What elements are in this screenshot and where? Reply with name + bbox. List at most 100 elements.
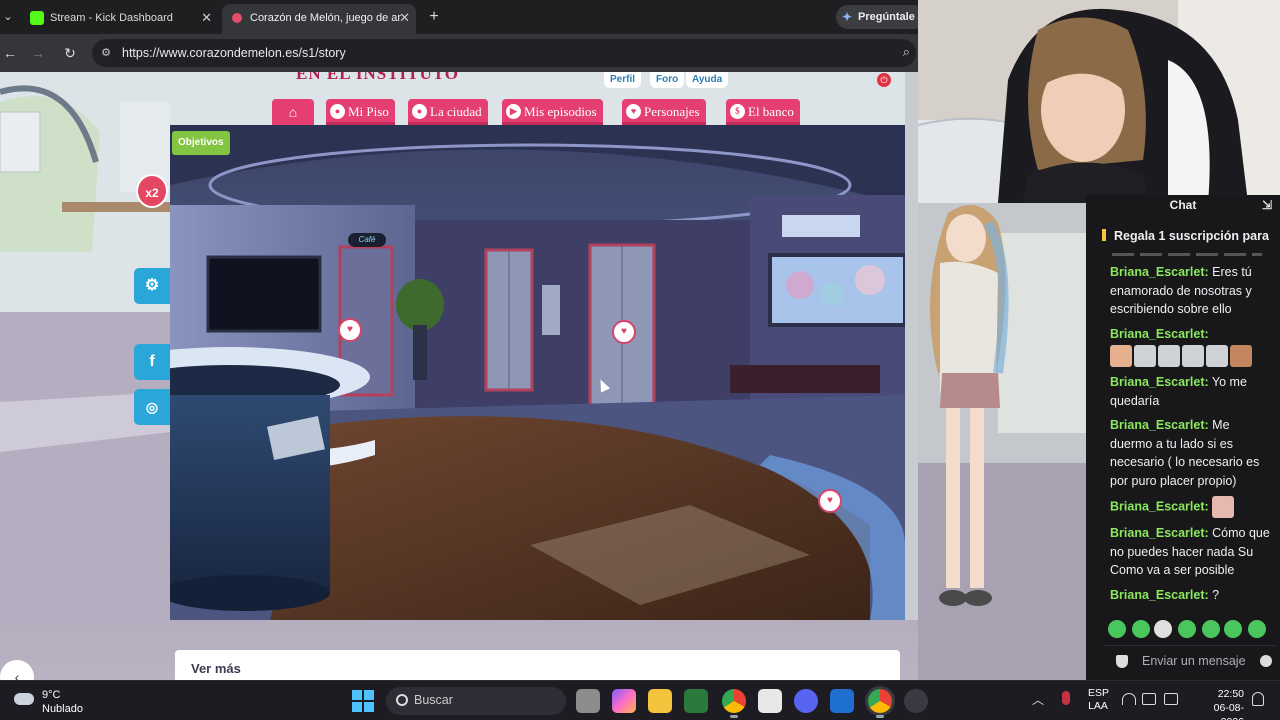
emote-icon[interactable] [1108, 620, 1126, 638]
location-pin-icon: ● [412, 104, 427, 119]
stream-chat: Chat ⇲ Regala 1 suscripción para Briana_… [1086, 195, 1280, 680]
discord-icon[interactable] [794, 689, 818, 713]
webcam-feed [918, 0, 1280, 203]
menu-personajes[interactable]: ♥ Personajes [622, 99, 706, 125]
home-menu-button[interactable]: ⌂ [272, 99, 314, 125]
emote-icon[interactable] [1248, 620, 1266, 638]
menu-label: Mi Piso [348, 104, 389, 119]
address-bar[interactable]: ⚙ https://www.corazondemelon.es/s1/story… [92, 39, 916, 67]
emote-icon [1134, 345, 1156, 367]
chat-message: Briana_Escarlet: ? [1110, 586, 1270, 605]
chat-username[interactable]: Briana_Escarlet: [1110, 327, 1209, 341]
chevron-left-icon[interactable]: ‹ [0, 660, 34, 680]
zoom-icon[interactable]: ⌕ [903, 44, 910, 60]
forward-arrow-icon[interactable]: → [28, 43, 48, 63]
chat-username[interactable]: Briana_Escarlet: [1110, 526, 1209, 540]
menu-la-ciudad[interactable]: ● La ciudad [408, 99, 488, 125]
url-text: https://www.corazondemelon.es/s1/story [122, 46, 346, 60]
menu-el-banco[interactable]: $ El banco [726, 99, 800, 125]
menu-mis-episodios[interactable]: ▶ Mis episodios [502, 99, 603, 125]
chrome-profile-icon[interactable] [868, 689, 892, 718]
site-settings-icon[interactable]: ⚙ [98, 45, 114, 61]
objetivos-button[interactable]: Objetivos [172, 131, 230, 155]
copilot-icon[interactable] [612, 689, 636, 713]
streamer-webcam [918, 0, 1280, 203]
emoji-icon[interactable] [1260, 655, 1272, 667]
emote-row [1110, 345, 1270, 367]
emote-icon [1110, 345, 1132, 367]
ayuda-link[interactable]: Ayuda [686, 72, 729, 88]
ver-mas-label: Ver más [191, 661, 241, 676]
windows-start-icon[interactable] [352, 690, 374, 712]
settings-gear-icon[interactable]: ⚙ [134, 268, 170, 304]
chat-username[interactable]: Briana_Escarlet: [1110, 265, 1209, 279]
chat-username[interactable]: Briana_Escarlet: [1110, 499, 1209, 513]
chevron-up-icon[interactable]: ︿ [1032, 691, 1044, 708]
obs-icon[interactable] [904, 689, 928, 713]
scene-hotspot-corridor[interactable]: ♥ [818, 489, 842, 513]
home-icon: ⌂ [288, 104, 298, 120]
corazon-icon [232, 13, 242, 23]
game-side-view [918, 203, 1086, 680]
pinned-divider [1112, 253, 1262, 256]
chat-username[interactable]: Briana_Escarlet: [1110, 375, 1209, 389]
perfil-link[interactable]: Perfil [604, 72, 642, 88]
chat-input[interactable]: Enviar un mensaje [1104, 645, 1276, 677]
emote-icon[interactable] [1224, 620, 1242, 638]
expand-icon[interactable]: ⇲ [1262, 195, 1272, 215]
store-icon[interactable] [830, 689, 854, 713]
emote-icon[interactable] [1202, 620, 1220, 638]
clock-time: 22:50 [1217, 688, 1244, 700]
microphone-icon[interactable] [1062, 691, 1070, 705]
wifi-icon[interactable] [1122, 693, 1136, 705]
emote-icon[interactable] [1132, 620, 1150, 638]
new-tab-icon[interactable]: + [424, 6, 444, 28]
scene-hotspot-elevator[interactable]: ♥ [612, 320, 636, 344]
capcut-icon[interactable] [758, 689, 782, 713]
notification-bell-icon[interactable] [1252, 692, 1264, 706]
emote-icon[interactable] [1154, 620, 1172, 638]
menu-mi-piso[interactable]: ● Mi Piso [326, 99, 395, 125]
gemini-button[interactable]: ✦ Pregúntale a [836, 5, 926, 29]
tab-kick-dashboard[interactable]: Stream - Kick Dashboard ✕ [22, 4, 218, 34]
chat-username[interactable]: Briana_Escarlet: [1110, 418, 1209, 432]
menu-label: La ciudad [430, 104, 482, 119]
taskbar-search[interactable]: Buscar [386, 687, 566, 715]
character-illustration [918, 203, 1086, 680]
reload-icon[interactable]: ↻ [60, 43, 80, 63]
volume-icon[interactable] [1142, 693, 1156, 705]
foro-link[interactable]: Foro [650, 72, 685, 88]
file-explorer-icon[interactable] [648, 689, 672, 713]
instagram-icon[interactable]: ◎ [134, 389, 170, 425]
clock-date: 06-08-2026 [1213, 702, 1244, 720]
chat-message: Briana_Escarlet: Yo me quedaría [1110, 373, 1270, 410]
chat-username[interactable]: Briana_Escarlet: [1110, 588, 1209, 602]
gemini-label: Pregúntale a [858, 11, 925, 23]
chrome-icon[interactable] [722, 689, 746, 718]
pinned-message[interactable]: Regala 1 suscripción para [1102, 229, 1280, 243]
close-icon[interactable]: ✕ [399, 4, 410, 32]
logout-icon[interactable]: ⏻ [877, 73, 891, 87]
ver-mas-panel[interactable]: Ver más [175, 650, 900, 680]
tab-search-chevron-icon[interactable]: ⌄ [0, 6, 16, 28]
menu-label: El banco [748, 104, 794, 119]
language-indicator[interactable]: ESP LAA [1088, 687, 1109, 713]
battery-icon[interactable] [1164, 693, 1178, 705]
system-clock[interactable]: 22:50 06-08-2026 [1196, 687, 1244, 720]
keyboard-layout: LAA [1088, 700, 1108, 712]
game-scene[interactable]: Objetivos Café ♥ ♥ ♥ [170, 125, 905, 620]
excel-icon[interactable] [684, 689, 708, 713]
close-icon[interactable]: ✕ [201, 4, 212, 32]
tab-corazon-de-melon[interactable]: Corazón de Melón, juego de ar ✕ [222, 4, 416, 34]
facebook-icon[interactable]: f [134, 344, 170, 380]
tab-title: Stream - Kick Dashboard [50, 12, 173, 24]
chat-message: Briana_Escarlet: Eres tú enamorado de no… [1110, 263, 1270, 319]
game-logo[interactable]: EN EL INSTITUTO [296, 72, 466, 83]
x2-bonus-badge[interactable]: x2 [136, 174, 168, 208]
back-arrow-icon[interactable]: ← [0, 43, 20, 63]
task-view-icon[interactable] [576, 689, 600, 713]
browser-toolbar: ← → ↻ ⚙ https://www.corazondemelon.es/s1… [0, 34, 918, 72]
bank-icon: $ [730, 104, 745, 119]
scene-hotspot-cafe[interactable]: ♥ [338, 318, 362, 342]
emote-icon[interactable] [1178, 620, 1196, 638]
